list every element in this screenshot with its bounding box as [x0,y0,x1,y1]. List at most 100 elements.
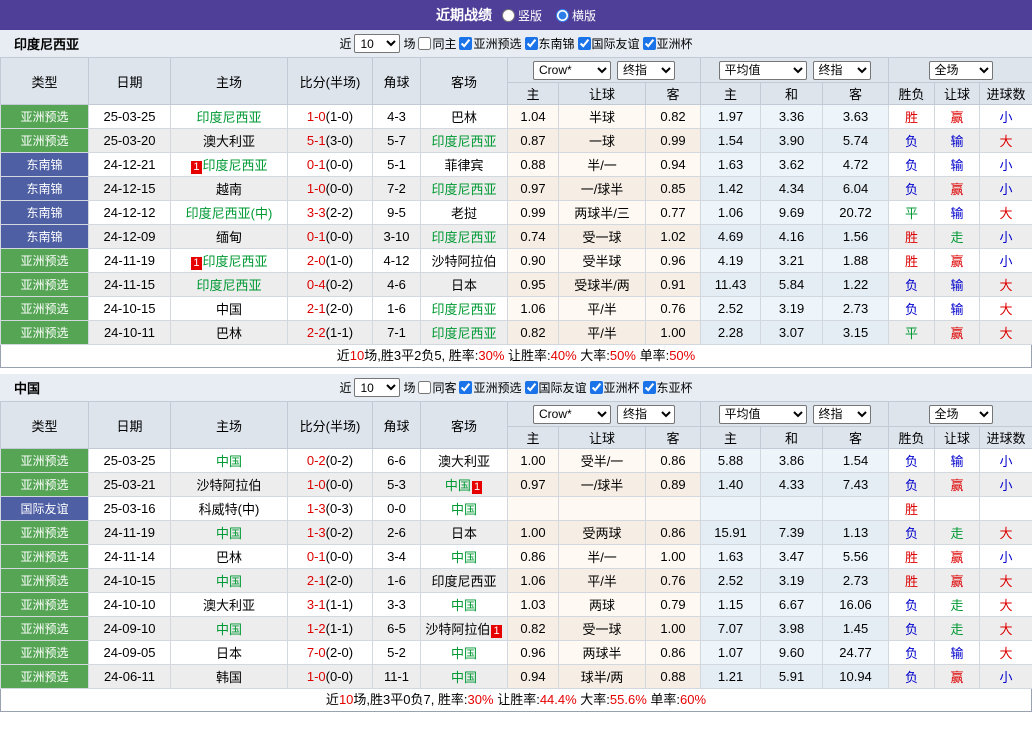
match-row: 亚洲预选25-03-21沙特阿拉伯1-0(0-0)5-3中国10.97一/球半0… [1,473,1032,497]
same-away-checkbox[interactable] [418,381,431,394]
corner-cell: 1-6 [373,297,421,321]
competition-filter[interactable]: 亚洲杯 [590,379,640,396]
avg-home-cell: 7.07 [701,617,761,641]
match-count-select[interactable]: 10 [354,378,400,397]
result-wdl-cell: 负 [889,521,935,545]
odds-away-cell: 0.85 [646,177,701,201]
competition-filter[interactable]: 亚洲杯 [643,35,693,52]
result-wdl-cell: 负 [889,449,935,473]
summary-text: 30% [478,348,504,363]
title-bar: 近期战绩 竖版 横版 [0,0,1032,30]
competition-filter[interactable]: 亚洲预选 [459,379,521,396]
result-handicap-cell: 赢 [935,321,980,345]
corner-cell: 3-3 [373,593,421,617]
home-team-cell: 印度尼西亚 [171,273,288,297]
average-select[interactable]: 平均值 [719,61,807,80]
odds-home-cell: 1.00 [508,521,559,545]
competition-checkbox[interactable] [578,37,591,50]
same-home-checkbox[interactable] [418,37,431,50]
competition-checkbox[interactable] [525,37,538,50]
team-name: 中国 [216,454,242,469]
competition-filter[interactable]: 东亚杯 [643,379,693,396]
result-goals-cell: 大 [980,521,1032,545]
avg-draw-cell: 3.19 [761,297,823,321]
fulltime-score: 1-3 [307,501,326,516]
summary-text: 大率: [577,692,610,707]
odds-away-cell: 0.86 [646,521,701,545]
scope-select[interactable]: 全场 [929,61,993,80]
competition-filter[interactable]: 亚洲预选 [459,35,521,52]
filter-controls: 近 10 场 同客 亚洲预选 国际友谊 亚洲杯 东亚杯 [339,378,692,397]
odds-away-cell: 0.89 [646,473,701,497]
horizontal-layout-radio[interactable] [556,9,569,22]
odds-time-select[interactable]: 终指 [617,405,675,424]
score-cell: 0-1(0-0) [288,545,373,569]
avg-home-cell: 1.40 [701,473,761,497]
horizontal-layout-option[interactable]: 横版 [556,7,596,24]
away-team-cell: 中国1 [421,473,508,497]
away-team-cell: 日本 [421,273,508,297]
competition-checkbox[interactable] [459,381,472,394]
avg-time-select[interactable]: 终指 [813,405,871,424]
competition-checkbox[interactable] [643,37,656,50]
competition-checkbox[interactable] [590,381,603,394]
odds-home-cell: 0.82 [508,321,559,345]
date-cell: 24-12-12 [89,201,171,225]
competition-checkbox[interactable] [525,381,538,394]
avg-draw-cell: 4.34 [761,177,823,201]
summary-text: 30% [468,692,494,707]
avg-home-cell: 1.07 [701,641,761,665]
competition-label: 国际友谊 [592,35,640,52]
team-name: 中国 [216,574,242,589]
same-home-option[interactable]: 同主 [418,35,456,52]
odds-home-cell: 0.82 [508,617,559,641]
fulltime-score: 0-1 [307,549,326,564]
avg-time-select[interactable]: 终指 [813,61,871,80]
team-name: 印度尼西亚 [431,574,496,589]
avg-away-cell: 1.56 [823,225,889,249]
date-cell: 24-09-05 [89,641,171,665]
bookmaker-select[interactable]: Crow* [533,61,611,80]
fulltime-score: 1-0 [307,181,326,196]
average-select[interactable]: 平均值 [719,405,807,424]
avg-draw-cell: 3.21 [761,249,823,273]
competition-checkbox[interactable] [643,381,656,394]
date-cell: 24-10-10 [89,593,171,617]
section-summary: 近10场,胜3平2负5, 胜率:30% 让胜率:40% 大率:50% 单率:50… [0,345,1032,368]
team-name: 沙特阿拉伯 [425,622,490,637]
scope-select[interactable]: 全场 [929,405,993,424]
odds-time-select[interactable]: 终指 [617,61,675,80]
odds-home-cell: 1.06 [508,297,559,321]
fulltime-score: 7-0 [307,645,326,660]
score-cell: 1-0(0-0) [288,473,373,497]
result-goals-cell: 小 [980,225,1032,249]
col-avg-home: 主 [701,427,761,449]
home-team-cell: 缅甸 [171,225,288,249]
vertical-layout-radio[interactable] [502,9,515,22]
avg-home-cell: 2.28 [701,321,761,345]
date-cell: 24-06-11 [89,665,171,689]
competition-filter[interactable]: 国际友谊 [525,379,587,396]
result-handicap-cell: 赢 [935,545,980,569]
odds-handicap-cell: 两球 [559,593,646,617]
bookmaker-select[interactable]: Crow* [533,405,611,424]
competition-filter[interactable]: 国际友谊 [578,35,640,52]
corner-cell: 4-6 [373,273,421,297]
match-row: 亚洲预选24-11-14巴林0-1(0-0)3-4中国0.86半/一1.001.… [1,545,1032,569]
result-wdl-cell: 胜 [889,249,935,273]
avg-away-cell: 10.94 [823,665,889,689]
fulltime-score: 1-0 [307,669,326,684]
avg-away-cell: 24.77 [823,641,889,665]
scope-select-group: 全场 [889,58,1032,83]
odds-handicap-cell [559,497,646,521]
odds-handicap-cell: 平/半 [559,321,646,345]
competition-badge: 国际友谊 [1,497,89,521]
corner-cell: 9-5 [373,201,421,225]
competition-label: 亚洲预选 [473,379,521,396]
competition-checkbox[interactable] [459,37,472,50]
col-result-handicap: 让球 [935,427,980,449]
match-count-select[interactable]: 10 [354,34,400,53]
vertical-layout-option[interactable]: 竖版 [502,7,542,24]
same-away-option[interactable]: 同客 [418,379,456,396]
competition-filter[interactable]: 东南锦 [525,35,575,52]
